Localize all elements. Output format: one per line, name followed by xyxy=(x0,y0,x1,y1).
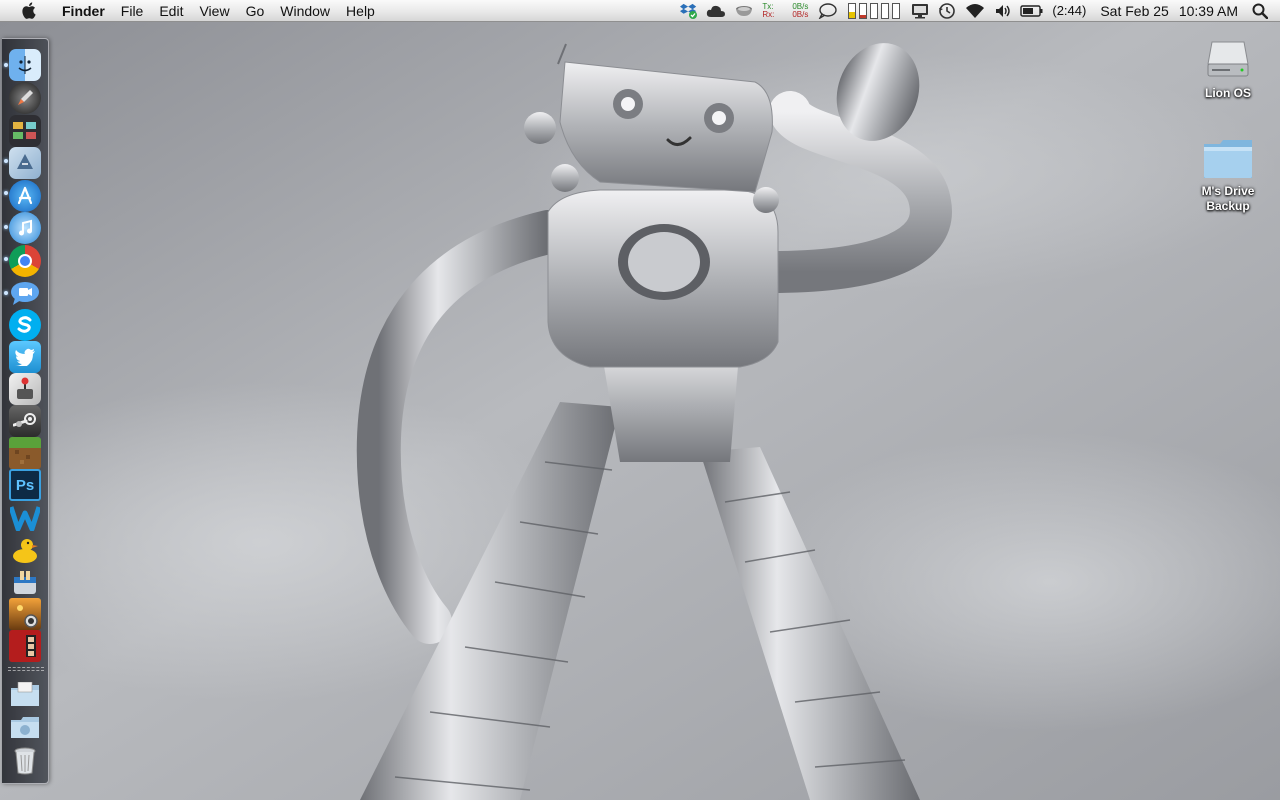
joystick-icon[interactable] xyxy=(9,373,41,405)
photoshop-label: Ps xyxy=(15,476,35,494)
image-capture-icon[interactable] xyxy=(9,598,41,630)
rx-value: 0B/s xyxy=(792,9,809,19)
menu-bar: Finder File Edit View Go Window Help Tx:… xyxy=(0,0,1280,22)
battery-time[interactable]: (2:44) xyxy=(1048,3,1090,18)
wallpaper xyxy=(0,22,1280,800)
applications-folder-icon[interactable] xyxy=(9,679,41,711)
running-indicator xyxy=(4,291,8,295)
finder-icon[interactable] xyxy=(9,49,41,81)
desktop-icon-label-line2: Backup xyxy=(1206,199,1250,213)
meter-3 xyxy=(870,2,879,19)
dock-separator xyxy=(8,667,44,671)
status-area: Tx: 0B/s Rx: 0B/s (2:44) Sat Feb 25 10:3… xyxy=(676,0,1280,22)
w-icon[interactable] xyxy=(9,502,41,534)
desktop-icon-ms-drive-backup[interactable]: M's Drive Backup xyxy=(1178,128,1278,214)
messages-icon[interactable] xyxy=(9,277,41,309)
date-display[interactable]: Sat Feb 25 xyxy=(1090,3,1173,19)
folder-icon xyxy=(1202,128,1254,180)
time-machine-icon[interactable] xyxy=(934,0,960,22)
downloads-folder-icon[interactable] xyxy=(9,711,41,743)
teacup-icon[interactable] xyxy=(730,0,758,22)
trash-icon[interactable] xyxy=(9,745,41,777)
menu-go[interactable]: Go xyxy=(238,0,273,22)
running-indicator xyxy=(4,63,8,67)
memory-meters[interactable] xyxy=(842,0,906,22)
display-icon[interactable] xyxy=(906,0,934,22)
speech-bubble-icon[interactable] xyxy=(814,0,842,22)
skype-icon[interactable] xyxy=(9,309,41,341)
chrome-icon[interactable] xyxy=(9,245,41,277)
photo-booth-icon[interactable] xyxy=(9,630,41,662)
meter-2 xyxy=(859,2,868,19)
meter-4 xyxy=(881,2,890,19)
wifi-icon[interactable] xyxy=(960,0,990,22)
toaster-icon[interactable] xyxy=(9,566,41,598)
app-store-icon[interactable] xyxy=(9,180,41,212)
rx-label: Rx: xyxy=(762,9,775,19)
running-indicator xyxy=(4,257,8,261)
meter-5 xyxy=(892,2,901,19)
dropbox-icon[interactable] xyxy=(676,0,702,22)
hard-drive-icon xyxy=(1202,30,1254,82)
dock: Ps xyxy=(2,38,49,784)
menu-help[interactable]: Help xyxy=(338,0,383,22)
minecraft-icon[interactable] xyxy=(9,437,41,469)
steam-icon[interactable] xyxy=(9,405,41,437)
menu-edit[interactable]: Edit xyxy=(151,0,191,22)
photoshop-icon[interactable]: Ps xyxy=(9,469,41,501)
desktop-icon-label: Lion OS xyxy=(1205,86,1251,100)
clock-display[interactable]: 10:39 AM xyxy=(1173,3,1248,19)
spotlight-icon[interactable] xyxy=(1248,0,1272,22)
network-monitor[interactable]: Tx: 0B/s Rx: 0B/s xyxy=(758,2,814,19)
mission-control-icon[interactable] xyxy=(9,115,41,147)
running-indicator xyxy=(4,225,8,229)
menu-finder[interactable]: Finder xyxy=(54,0,113,22)
menu-window[interactable]: Window xyxy=(272,0,338,22)
twitter-icon[interactable] xyxy=(9,341,41,373)
apple-menu-icon[interactable] xyxy=(17,2,39,19)
menu-view[interactable]: View xyxy=(191,0,237,22)
menu-file[interactable]: File xyxy=(113,0,152,22)
cloud-icon[interactable] xyxy=(702,0,730,22)
battery-icon[interactable] xyxy=(1016,0,1048,22)
desktop-icon-lion-os[interactable]: Lion OS xyxy=(1178,30,1278,101)
mail-icon[interactable] xyxy=(9,147,41,179)
launchpad-icon[interactable] xyxy=(9,82,41,114)
volume-icon[interactable] xyxy=(990,0,1016,22)
meter-1 xyxy=(848,2,857,19)
desktop-icon-label-line1: M's Drive xyxy=(1201,184,1255,198)
itunes-icon[interactable] xyxy=(9,212,41,244)
running-indicator xyxy=(4,159,8,163)
running-indicator xyxy=(4,191,8,195)
duck-icon[interactable] xyxy=(9,534,41,566)
